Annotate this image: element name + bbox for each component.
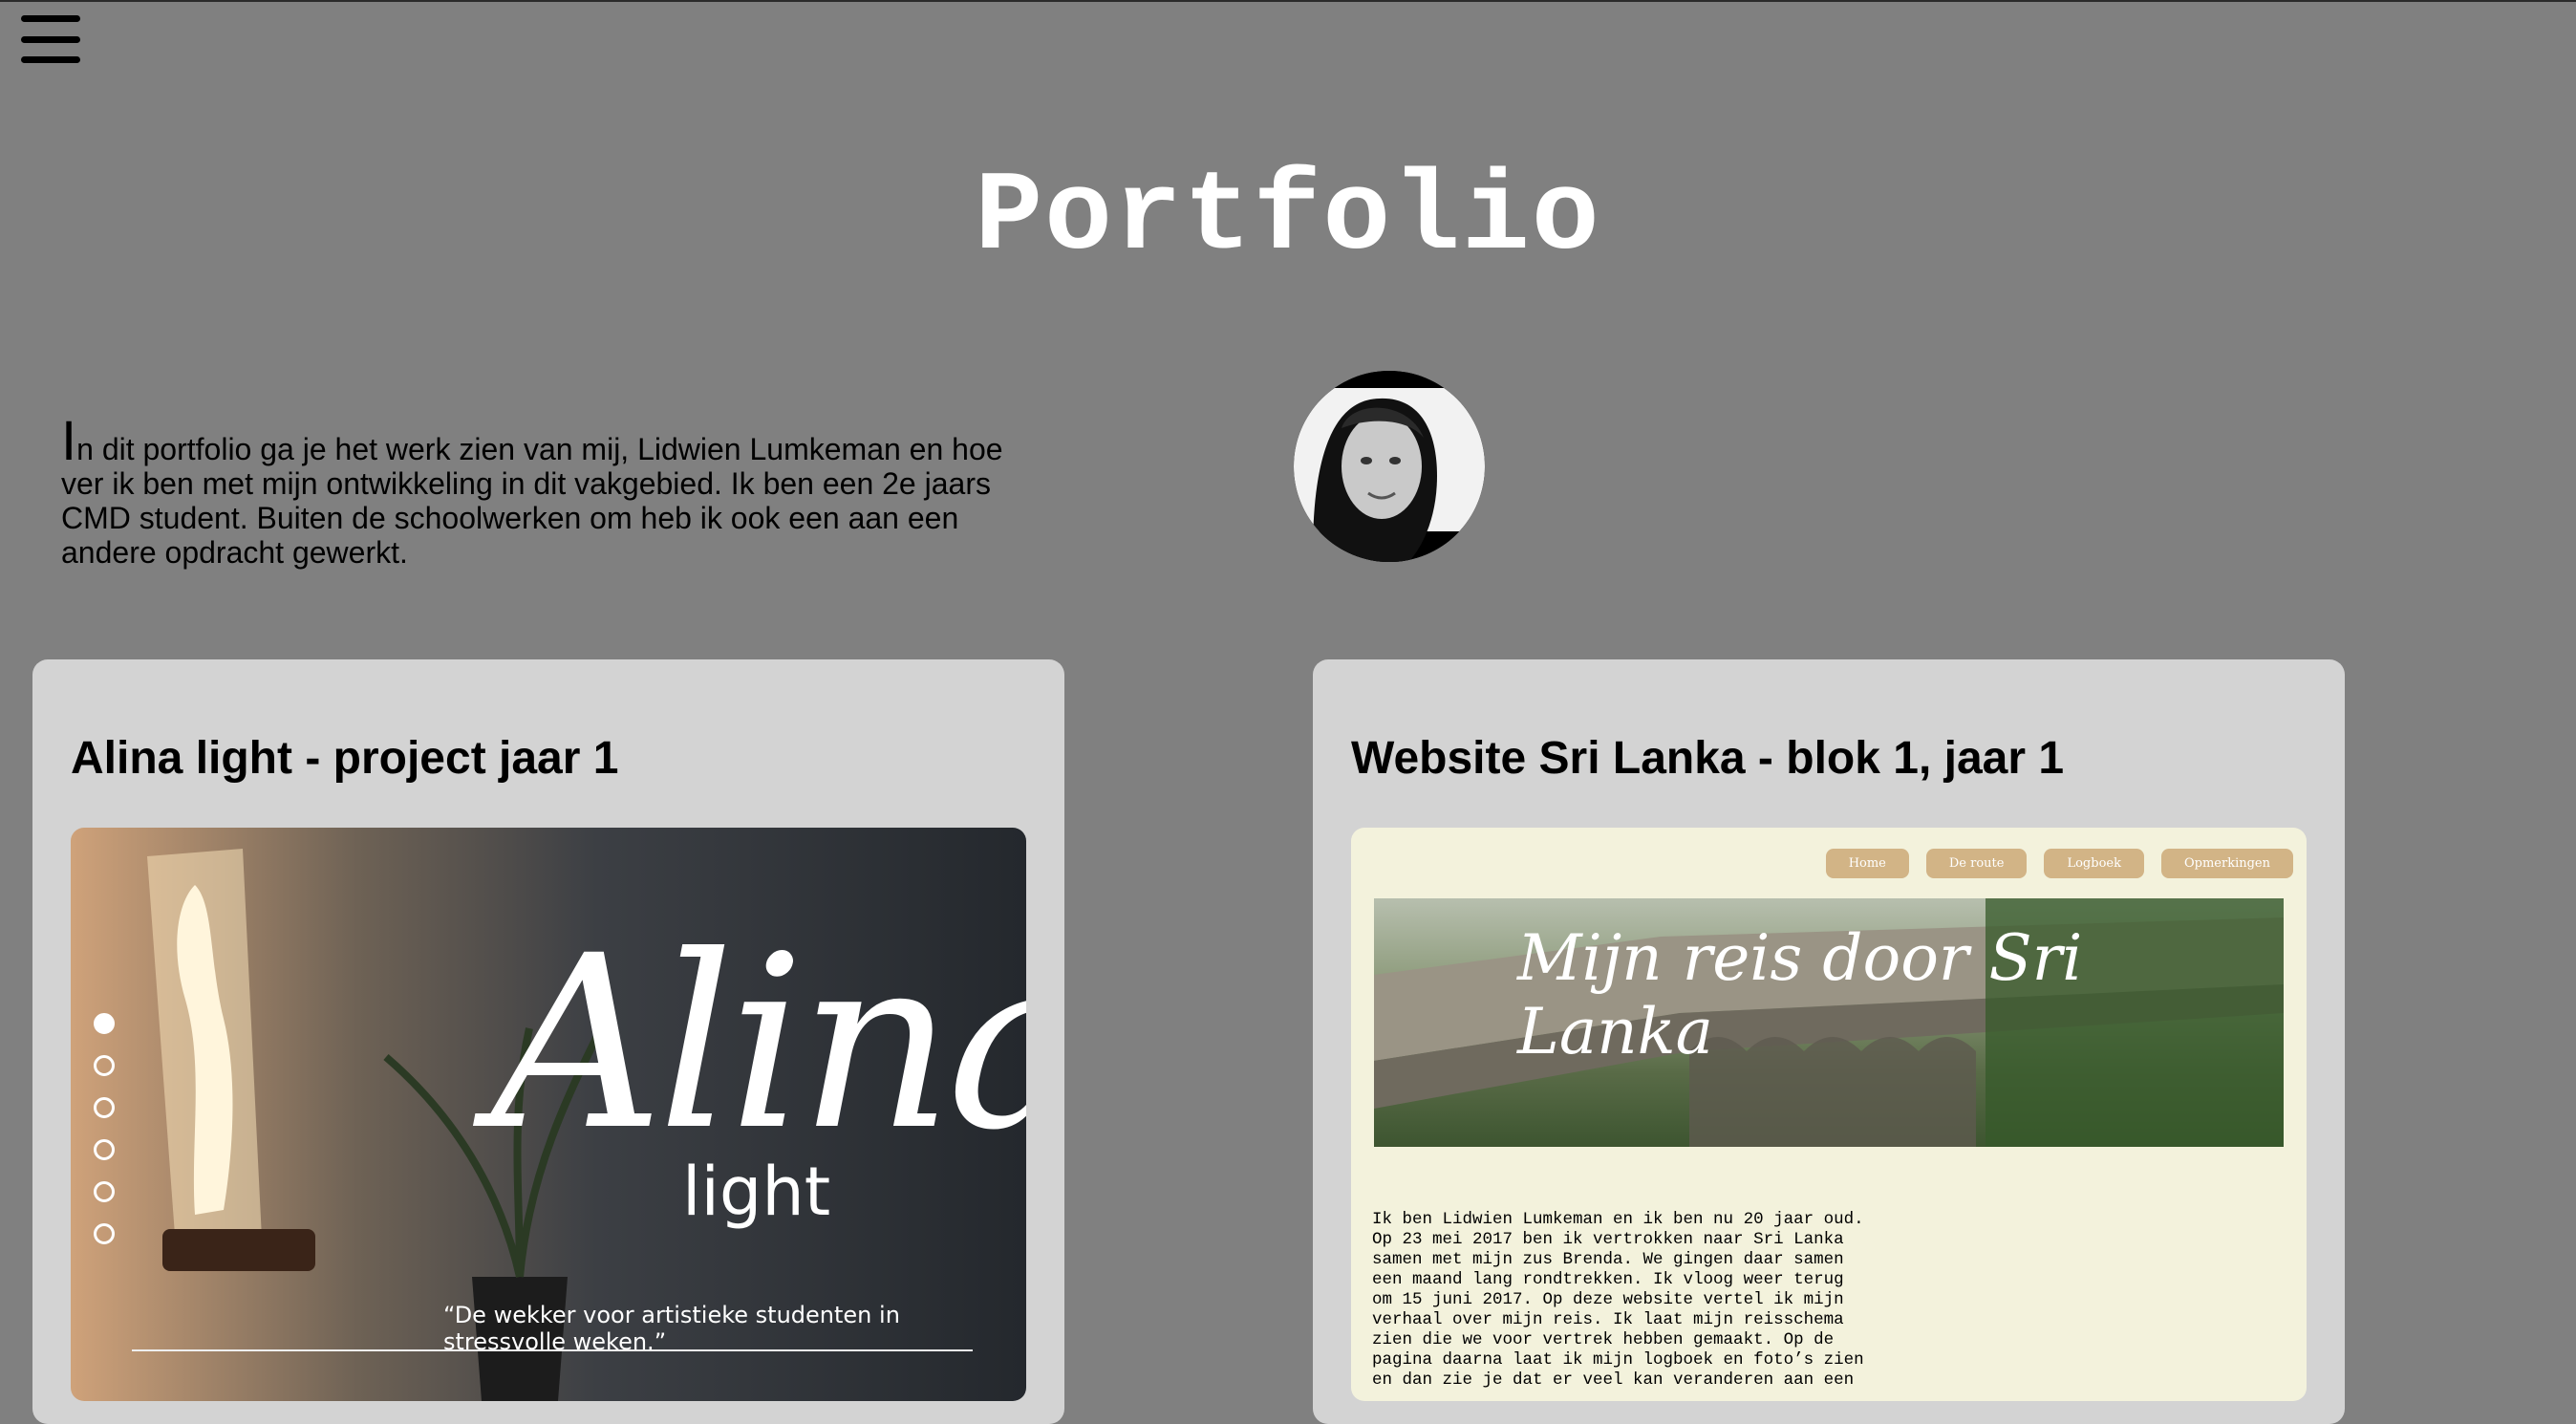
preview-body-text: Ik ben Lidwien Lumkeman en ik ben nu 20 … <box>1372 1210 1864 1390</box>
project-preview-image[interactable]: Home De route Logboek Opmerkingen Mijn r… <box>1351 828 2307 1401</box>
avatar <box>1294 371 1485 562</box>
menu-bar <box>21 56 80 63</box>
intro-body: n dit portfolio ga je het werk zien van … <box>61 432 1003 570</box>
preview-hero-title: Mijn reis door Sri Lanka <box>1517 921 2083 1068</box>
preview-nav-route: De route <box>1925 849 2028 878</box>
alina-logo-subtext: light <box>682 1153 831 1231</box>
slide-dot[interactable] <box>94 1223 115 1244</box>
project-preview-image[interactable]: Alina light “De wekker voor artistieke s… <box>71 828 1026 1401</box>
slide-dot[interactable] <box>94 1055 115 1076</box>
preview-hero-image: Mijn reis door Sri Lanka <box>1374 898 2284 1147</box>
preview-nav: Home De route Logboek Opmerkingen <box>1825 849 2293 878</box>
preview-nav-logbook: Logboek <box>2044 849 2144 878</box>
alina-tagline: “De wekker voor artistieke studenten in … <box>443 1302 900 1355</box>
slide-dot[interactable] <box>94 1181 115 1202</box>
menu-bar <box>21 15 80 22</box>
slide-dot[interactable] <box>94 1139 115 1160</box>
menu-bar <box>21 35 80 43</box>
page-title: Portfolio <box>975 155 1601 282</box>
alina-logo-text: Alina <box>491 904 1026 1182</box>
project-title: Website Sri Lanka - blok 1, jaar 1 <box>1351 733 2065 784</box>
preview-nav-home: Home <box>1825 849 1909 878</box>
slide-indicators <box>94 1013 115 1244</box>
project-card-alina[interactable]: Alina light - project jaar 1 Alina light… <box>32 659 1064 1424</box>
intro-text: In dit portfolio ga je het werk zien van… <box>61 414 1026 571</box>
project-card-sri-lanka[interactable]: Website Sri Lanka - blok 1, jaar 1 Home … <box>1313 659 2345 1424</box>
project-title: Alina light - project jaar 1 <box>71 733 619 784</box>
divider <box>132 1349 973 1351</box>
hamburger-icon[interactable] <box>21 15 80 63</box>
profile-photo <box>1294 371 1485 562</box>
preview-nav-comments: Opmerkingen <box>2160 849 2293 878</box>
slide-dot[interactable] <box>94 1013 115 1034</box>
slide-dot[interactable] <box>94 1097 115 1118</box>
intro-dropcap: I <box>61 410 77 472</box>
